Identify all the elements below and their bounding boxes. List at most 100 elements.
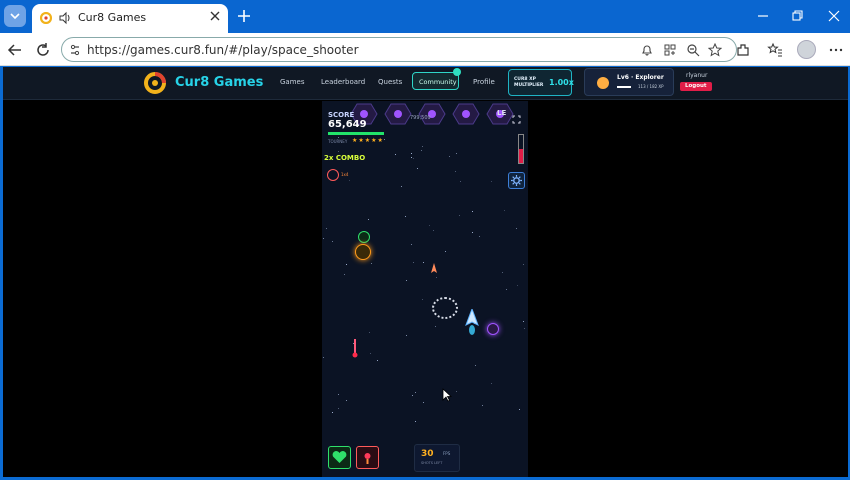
- background-star: [482, 405, 483, 406]
- heart-icon: [332, 451, 347, 463]
- background-star: [516, 228, 517, 229]
- background-star: [523, 264, 524, 265]
- nav-games[interactable]: Games: [280, 78, 305, 86]
- browser-tab[interactable]: Cur8 Games: [32, 4, 228, 33]
- background-star: [524, 328, 525, 329]
- background-star: [436, 277, 437, 278]
- rank-label: TOURNEY: [328, 139, 348, 144]
- address-bar[interactable]: https://games.cur8.fun/#/play/space_shoo…: [61, 37, 737, 62]
- site-info-icon[interactable]: [68, 43, 82, 57]
- background-star: [456, 153, 457, 154]
- background-star: [433, 230, 434, 231]
- profile-avatar[interactable]: [797, 40, 816, 59]
- new-tab-icon[interactable]: [236, 8, 252, 24]
- background-star: [504, 210, 505, 211]
- background-star: [417, 168, 418, 169]
- window-close-icon[interactable]: [828, 10, 840, 22]
- tab-actions-button[interactable]: [4, 5, 26, 27]
- background-star: [346, 264, 347, 265]
- ammo-value: 30: [421, 449, 434, 459]
- background-star: [323, 357, 324, 358]
- ammo-panel: 30 FPS SHOTS LEFT: [414, 444, 460, 472]
- settings-button[interactable]: [508, 172, 525, 189]
- nav-profile[interactable]: Profile: [473, 78, 495, 86]
- nav-leaderboard[interactable]: Leaderboard: [321, 78, 365, 86]
- background-star: [411, 244, 412, 245]
- speaker-icon[interactable]: [58, 11, 72, 25]
- missile-count: 1x4: [341, 172, 349, 177]
- nav-community-label: Community: [419, 78, 457, 86]
- back-icon[interactable]: [7, 42, 23, 58]
- extensions-icon[interactable]: [735, 42, 751, 58]
- score-value: 65,649: [328, 119, 367, 130]
- background-star: [401, 186, 402, 187]
- enemy-hex-icon: [418, 103, 446, 125]
- bell-icon[interactable]: [640, 43, 654, 57]
- heal-ability-button[interactable]: [328, 446, 351, 469]
- powerup-coin: [355, 244, 371, 260]
- favorites-icon[interactable]: [767, 42, 783, 58]
- background-star: [415, 392, 416, 393]
- rocket-icon: [364, 453, 371, 464]
- gear-icon: [511, 175, 522, 186]
- more-icon[interactable]: [828, 42, 844, 58]
- background-star: [346, 400, 347, 401]
- background-star: [344, 274, 345, 275]
- xp-multiplier-badge: CUR8 XP MULTIPLIER 1.00x: [508, 69, 574, 96]
- background-star: [460, 181, 461, 182]
- background-star: [368, 219, 369, 220]
- background-star: [415, 421, 416, 422]
- background-star: [421, 150, 422, 151]
- star-icon[interactable]: [708, 43, 722, 57]
- score-label: SCORE: [328, 111, 355, 119]
- minimize-icon[interactable]: [757, 10, 769, 22]
- nav-quests[interactable]: Quests: [378, 78, 402, 86]
- background-star: [323, 238, 324, 239]
- refresh-icon[interactable]: [35, 42, 51, 58]
- background-star: [423, 262, 424, 263]
- enemy-orb: [487, 323, 499, 335]
- background-star: [455, 171, 456, 172]
- background-star: [429, 225, 430, 226]
- background-star: [449, 156, 450, 157]
- background-star: [435, 326, 436, 327]
- heat-meter: [518, 134, 524, 164]
- background-star: [472, 211, 473, 212]
- missile-ability-button[interactable]: [356, 446, 379, 469]
- powerup-shield: [358, 231, 370, 243]
- background-star: [517, 285, 518, 286]
- background-star: [338, 137, 339, 138]
- background-star: [472, 232, 473, 233]
- background-star: [523, 321, 524, 322]
- background-star: [445, 251, 446, 252]
- background-star: [377, 360, 378, 361]
- page-content: Cur8 Games Games Leaderboard Quests Comm…: [3, 67, 848, 477]
- heat-fill: [519, 149, 523, 163]
- background-star: [326, 228, 327, 229]
- close-icon[interactable]: [209, 10, 221, 22]
- zoom-icon[interactable]: [686, 43, 700, 57]
- notification-dot: [453, 68, 461, 76]
- xp-multiplier-value: 1.00x: [549, 78, 574, 87]
- health-fill: [328, 132, 384, 135]
- xp-multiplier-label: CUR8 XP MULTIPLIER: [514, 77, 544, 88]
- restore-icon[interactable]: [791, 10, 803, 22]
- browser-toolbar: https://games.cur8.fun/#/play/space_shoo…: [0, 33, 850, 66]
- rating-stars: ★★★★★: [352, 137, 384, 144]
- nav-community[interactable]: Community: [412, 72, 459, 90]
- cur8-logo-icon[interactable]: [143, 71, 167, 95]
- site-logo-text[interactable]: Cur8 Games: [175, 75, 263, 90]
- background-star: [491, 181, 492, 182]
- logout-button[interactable]: Logout: [680, 82, 712, 91]
- logout-label: Logout: [685, 83, 707, 89]
- fullscreen-icon[interactable]: [512, 115, 521, 124]
- game-canvas[interactable]: SCORE 65,649 799,509 TOURNEY ★★★★★ 2x CO…: [322, 101, 528, 477]
- enemy-missile-icon: [352, 339, 358, 358]
- level-badge-icon: [597, 77, 609, 89]
- enemy-ship-icon: [431, 263, 437, 273]
- apps-icon[interactable]: [663, 43, 677, 57]
- user-level-card[interactable]: Lv6 · Explorer 113 / 182 XP: [584, 68, 674, 96]
- background-star: [422, 299, 423, 300]
- url-text: https://games.cur8.fun/#/play/space_shoo…: [87, 43, 359, 57]
- background-star: [369, 332, 370, 333]
